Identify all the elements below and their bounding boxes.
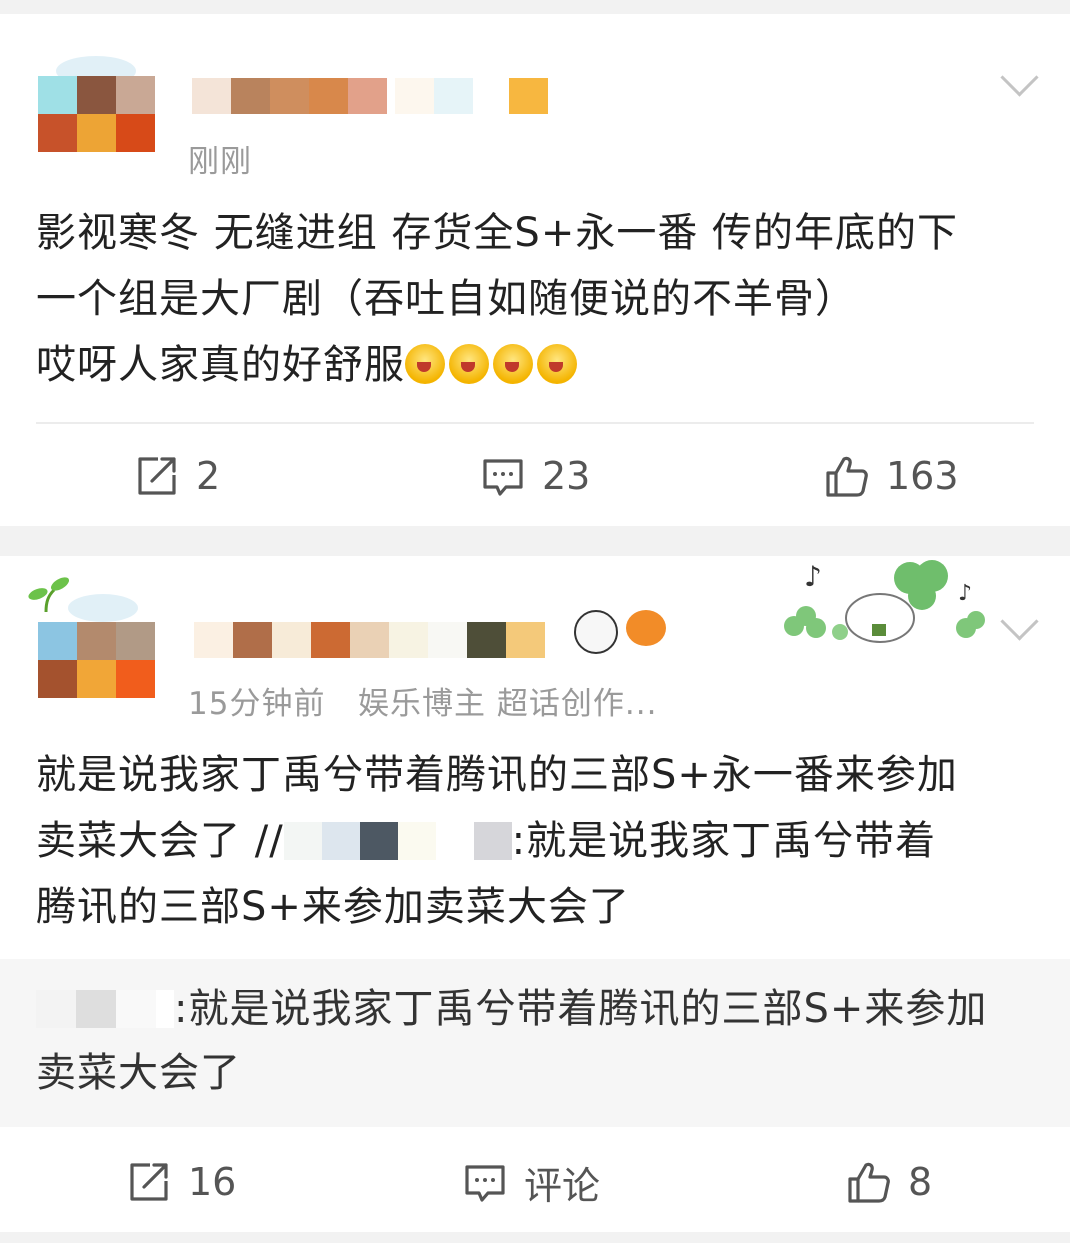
like-icon [826, 456, 868, 497]
post-line: 就是说我家丁禹兮带着腾讯的三部S+永一番来参加 [36, 752, 958, 798]
post-time-and-tags: 15分钟前 娱乐博主 超话创作... [188, 686, 658, 722]
post-line: 哎呀人家真的好舒服 [36, 332, 1036, 398]
action-bar: 16 评论 8 [0, 1152, 1070, 1212]
svg-text:♪: ♪ [958, 581, 972, 606]
mention-mosaic [473, 822, 512, 860]
post-line-text: 哎呀人家真的好舒服 [36, 342, 405, 388]
panda-badge-icon [574, 610, 618, 654]
quote-line: :就是说我家丁禹兮带着腾讯的三部S+来参加 [36, 977, 1036, 1041]
post-body: 就是说我家丁禹兮带着腾讯的三部S+永一番来参加 卖菜大会了 // :就是说我家丁禹… [36, 742, 1036, 940]
avatar[interactable] [28, 577, 156, 698]
chevron-down-icon[interactable] [1000, 602, 1039, 641]
post-line: 一个组是大厂剧（吞吐自如随便说的不羊骨） [36, 276, 856, 322]
comment-count: 23 [542, 454, 591, 498]
post-line: 影视寒冬 无缝进组 存货全S+永一番 传的年底的下 [36, 210, 959, 256]
post-time: 刚刚 [188, 144, 252, 180]
post-body: 影视寒冬 无缝进组 存货全S+永一番 传的年底的下 一个组是大厂剧（吞吐自如随便… [36, 200, 1036, 398]
action-bar: 2 23 163 [0, 446, 1070, 506]
quote-line: 卖菜大会了 [36, 1050, 241, 1096]
post-line-text: :就是说我家丁禹兮带着 [511, 818, 937, 864]
quoted-post[interactable]: :就是说我家丁禹兮带着腾讯的三部S+来参加 卖菜大会了 [0, 959, 1070, 1127]
repost-icon [130, 1163, 168, 1201]
like-count: 163 [886, 454, 959, 498]
post-line: 卖菜大会了 // :就是说我家丁禹兮带着 [36, 808, 1036, 874]
like-icon [848, 1162, 890, 1203]
like-button[interactable]: 8 [846, 1152, 932, 1212]
fish-badge-icon [626, 610, 666, 646]
mention-mosaic[interactable] [283, 822, 322, 860]
repost-count: 16 [188, 1160, 237, 1204]
repost-button[interactable]: 16 [126, 1152, 236, 1212]
post-line-text: 卖菜大会了 // [36, 818, 284, 864]
comment-label: 评论 [524, 1163, 601, 1208]
mention-mosaic [359, 822, 398, 860]
comment-button[interactable]: 23 [480, 446, 590, 506]
laughing-emoji-icon [405, 344, 445, 384]
username-mosaic[interactable] [194, 622, 545, 658]
laughing-emoji-icon [449, 344, 489, 384]
comment-icon [465, 1165, 505, 1202]
comment-button[interactable]: 评论 [462, 1152, 600, 1212]
quote-line-text: :就是说我家丁禹兮带着腾讯的三部S+来参加 [174, 986, 988, 1032]
post-card-1: 刚刚 影视寒冬 无缝进组 存货全S+永一番 传的年底的下 一个组是大厂剧（吞吐自… [0, 14, 1070, 526]
laughing-emoji-icon [493, 344, 533, 384]
repost-button[interactable]: 2 [134, 446, 220, 506]
quoted-post-body: :就是说我家丁禹兮带着腾讯的三部S+来参加 卖菜大会了 [36, 977, 1036, 1105]
post-card-2: ♪ ♪ 15分钟前 娱乐博主 超话创作... 就是说我家丁禹兮带着腾讯的三部S+… [0, 556, 1070, 1232]
quote-author-mosaic[interactable] [36, 990, 76, 1028]
username-mosaic[interactable] [192, 78, 548, 114]
comment-icon [483, 459, 523, 496]
quote-author-mosaic [116, 990, 156, 1028]
repost-icon [138, 457, 176, 495]
avatar[interactable] [38, 56, 156, 166]
like-button[interactable]: 163 [824, 446, 959, 506]
mention-mosaic [321, 822, 360, 860]
repost-count: 2 [196, 454, 221, 498]
clover-decoration: ♪ ♪ [784, 560, 985, 643]
mention-mosaic [397, 822, 436, 860]
like-count: 8 [908, 1160, 933, 1204]
quote-author-mosaic [76, 990, 116, 1028]
divider [36, 422, 1034, 424]
laughing-emoji-icon [537, 344, 577, 384]
post-line: 腾讯的三部S+来参加卖菜大会了 [36, 884, 630, 930]
svg-text:♪: ♪ [804, 560, 822, 593]
chevron-down-icon[interactable] [1000, 58, 1039, 97]
quote-author-mosaic [156, 990, 174, 1028]
mention-mosaic [435, 822, 474, 860]
